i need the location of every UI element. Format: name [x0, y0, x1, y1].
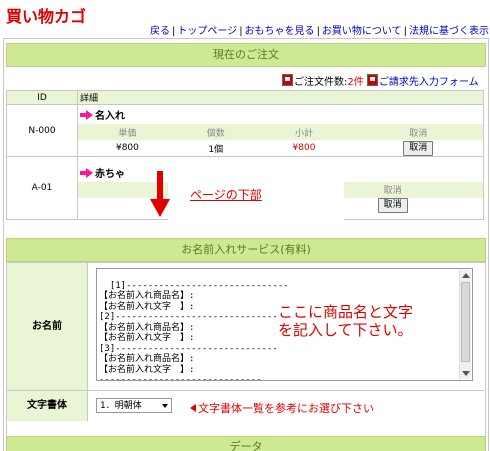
unit-price: ¥800 — [115, 143, 139, 153]
nav-separator: | — [403, 26, 408, 37]
cancel-header: 取消 — [353, 124, 483, 140]
order-count: ご注文件数:2件 ご請求先入力フォーム — [282, 73, 479, 88]
name-service-heading: お名前入れサービス(有料) — [6, 238, 486, 262]
row-id: N-000 — [6, 104, 78, 157]
price-table: 単価 個数 小計 取消 ¥800 1個 ¥800 取消 — [78, 124, 483, 156]
table-row: N-000 名入れ 単価 個数 小計 取消 ¥800 1個 ¥800 取消 — [6, 104, 484, 157]
nav-back-link[interactable]: 戻る — [150, 26, 170, 37]
scroll-thumb[interactable] — [461, 282, 470, 362]
font-select[interactable]: 1．明朝体 — [96, 398, 172, 413]
table-header-row: ID 詳細 — [6, 90, 484, 105]
lower-section-heading: デ゙ータ — [6, 436, 486, 451]
header-id: ID — [6, 90, 78, 105]
font-hint: 文字書体一覧を参考にお選び下さい — [190, 400, 374, 416]
qty-header: 個数 — [176, 124, 255, 140]
quantity: 1個 — [208, 144, 224, 155]
textarea-content: [1]------------------------------ 【お名前入れ… — [99, 280, 289, 381]
header-detail: 詳細 — [77, 90, 484, 105]
chevron-down-icon — [162, 404, 168, 408]
arrow-down-icon — [157, 171, 163, 199]
font-label: 文字書体 — [7, 391, 88, 421]
product-name-text: 赤ちゃ — [95, 168, 125, 180]
billing-form-link[interactable]: ご請求先入力フォーム — [379, 77, 479, 88]
product-name: 名入れ — [78, 105, 483, 124]
unit-price-header: 単価 — [78, 124, 177, 140]
nav-law-link[interactable]: 法規に基づく表示 — [409, 26, 489, 37]
font-select-value: 1．明朝体 — [100, 401, 142, 411]
page-bottom-annotation: ページの下部 — [190, 188, 262, 202]
row-detail: 名入れ 単価 個数 小計 取消 ¥800 1個 ¥800 取消 — [77, 104, 484, 157]
nav-separator: | — [172, 26, 176, 37]
subtotal: ¥800 — [292, 143, 316, 153]
page-title: 買い物カゴ — [6, 7, 87, 26]
cancel-button[interactable]: 取消 — [403, 140, 434, 156]
nav-top-link[interactable]: トップページ — [177, 26, 237, 37]
name-label: お名前 — [7, 263, 88, 390]
instruction-note: ここに商品名と文字 を記入して下さい。 — [278, 303, 413, 339]
nav-toys-link[interactable]: おもちゃを見る — [245, 26, 315, 37]
product-name-text: 名入れ — [95, 111, 125, 122]
textarea-scrollbar[interactable] — [459, 270, 471, 379]
order-count-label: ご注文件数: — [294, 77, 348, 88]
scroll-down-icon[interactable] — [462, 371, 470, 376]
nav-separator: | — [316, 26, 320, 37]
form-icon — [366, 74, 378, 86]
top-navigation: 戻る | トップページ | おもちゃを見る | お買い物について | 法規に基づく表示 — [150, 22, 489, 37]
row-id: A-01 — [6, 156, 78, 220]
instruction-line-1: ここに商品名と文字 — [278, 303, 414, 321]
instruction-line-2: を記入して下さい。 — [278, 321, 413, 339]
arrow-down-icon-head — [150, 199, 170, 217]
order-icon — [282, 74, 293, 86]
arrow-left-icon — [190, 404, 196, 412]
cancel-button[interactable]: 取消 — [377, 198, 408, 213]
order-count-value: 2件 — [347, 77, 364, 88]
subtotal-header: 小計 — [254, 124, 354, 140]
arrow-right-icon — [80, 110, 93, 120]
current-order-heading: 現在のご注文 — [6, 43, 486, 67]
arrow-right-icon — [80, 167, 93, 178]
nav-separator: | — [239, 26, 243, 37]
font-hint-text: 文字書体一覧を参考にお選び下さい — [198, 402, 374, 415]
nav-about-link[interactable]: お買い物について — [322, 26, 402, 37]
scroll-up-icon[interactable] — [462, 273, 470, 278]
